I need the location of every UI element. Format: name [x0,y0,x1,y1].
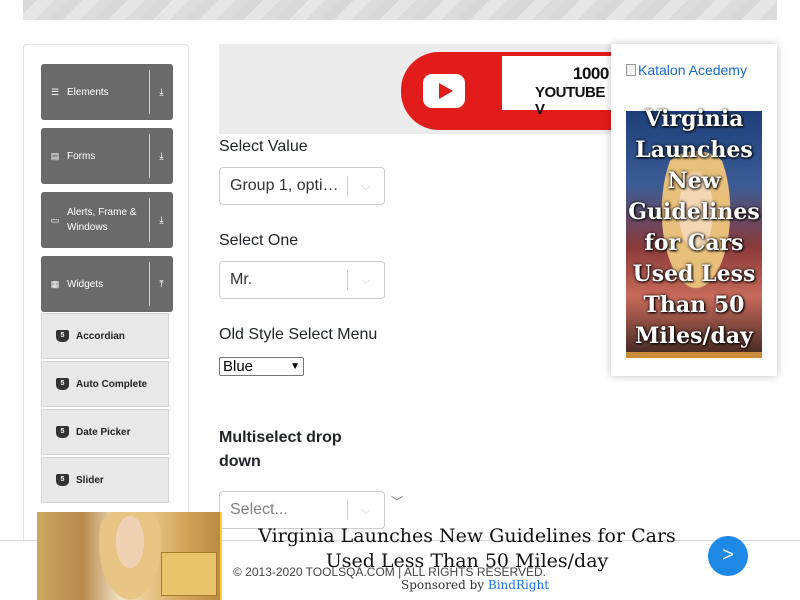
banner-line2: YOUTUBE V [535,84,605,118]
html5-icon: 5 [56,426,69,438]
ad-thumbnail[interactable] [37,512,222,600]
broken-image-icon [626,64,636,76]
bottom-ad-headline[interactable]: Virginia Launches New Guidelines for Car… [232,524,702,574]
upload-icon: ⤒ [159,278,164,290]
menu-icon: ☰ [50,86,60,97]
chevron-down-icon[interactable]: ⌵ [348,273,384,288]
sidebar-item-accordian[interactable]: 5 Accordian [41,313,169,359]
sidebar-group-forms[interactable]: ▤ Forms ⤓ [41,128,173,184]
old-style-select-current: Blue [223,358,254,375]
select-one-dropdown[interactable]: Mr. ⌵ [219,261,385,299]
select-one-current: Mr. [230,271,253,288]
select-value-label: Select Value [219,138,308,155]
sidebar-group-label: Elements [67,86,109,98]
sidebar-group-label: Alerts, Frame & Windows [67,207,137,233]
grid-icon: ▦ [50,278,60,289]
sidebar-group-label: Forms [67,150,96,162]
chevron-down-icon[interactable]: ⌵ [348,179,384,194]
select-one-label: Select One [219,232,299,249]
window-icon: ▭ [50,214,60,225]
sidebar-group-alerts[interactable]: ▭ Alerts, Frame & Windows ⤓ [41,192,173,248]
sidebar-item-label: Slider [76,474,104,486]
bottom-sticky-ad[interactable]: Virginia Launches New Guidelines for Car… [37,512,800,600]
select-value-current: Group 1, option 1 [230,177,347,194]
next-button[interactable]: > [708,536,748,576]
sponsored-prefix: Sponsored by [401,578,485,592]
old-style-select-menu[interactable]: Blue ▼ [219,357,304,376]
sidebar-item-slider[interactable]: 5 Slider [41,457,169,503]
doc-icon: ▤ [50,150,60,161]
sidebar-group-widgets[interactable]: ▦ Widgets ⤒ [41,256,173,312]
sidebar-item-label: Auto Complete [76,378,148,390]
top-ad-banner [23,0,777,20]
sidebar-group-elements[interactable]: ☰ Elements ⤓ [41,64,173,120]
youtube-banner-ad[interactable]: 1000 YOUTUBE V [219,44,611,134]
sidebar-item-auto-complete[interactable]: 5 Auto Complete [41,361,169,407]
divider [220,512,222,600]
chevron-down-icon: ﹀ [391,495,404,509]
download-icon: ⤓ [159,150,164,162]
html5-icon: 5 [56,330,69,342]
sidebar-item-label: Accordian [76,330,125,342]
sidebar-item-date-picker[interactable]: 5 Date Picker [41,409,169,455]
katalon-ad-image[interactable]: Katalon Acedemy [626,62,747,78]
html5-icon: 5 [56,378,69,390]
download-icon: ⤓ [159,86,164,98]
right-ad-card[interactable]: Katalon Acedemy Virginia Launches New Gu… [611,44,777,376]
sidebar-item-label: Date Picker [76,426,131,438]
ad-headline[interactable]: Virginia Launches New Guidelines for Car… [626,104,762,352]
old-style-select-label: Old Style Select Menu [219,326,378,343]
sponsor-link[interactable]: BindRight [488,578,549,592]
select-value-dropdown[interactable]: Group 1, option 1 ⌵ [219,167,385,205]
html5-icon: 5 [56,474,69,486]
katalon-alt-text: Katalon Acedemy [638,62,747,78]
multiselect-label: Multiselect drop down [219,429,342,470]
sponsored-by: Sponsored by BindRight [401,578,549,592]
caret-down-icon: ▼ [290,361,300,372]
sidebar-group-label: Widgets [67,278,104,290]
download-icon: ⤓ [159,214,164,226]
banner-line1: 1000 [573,64,609,83]
